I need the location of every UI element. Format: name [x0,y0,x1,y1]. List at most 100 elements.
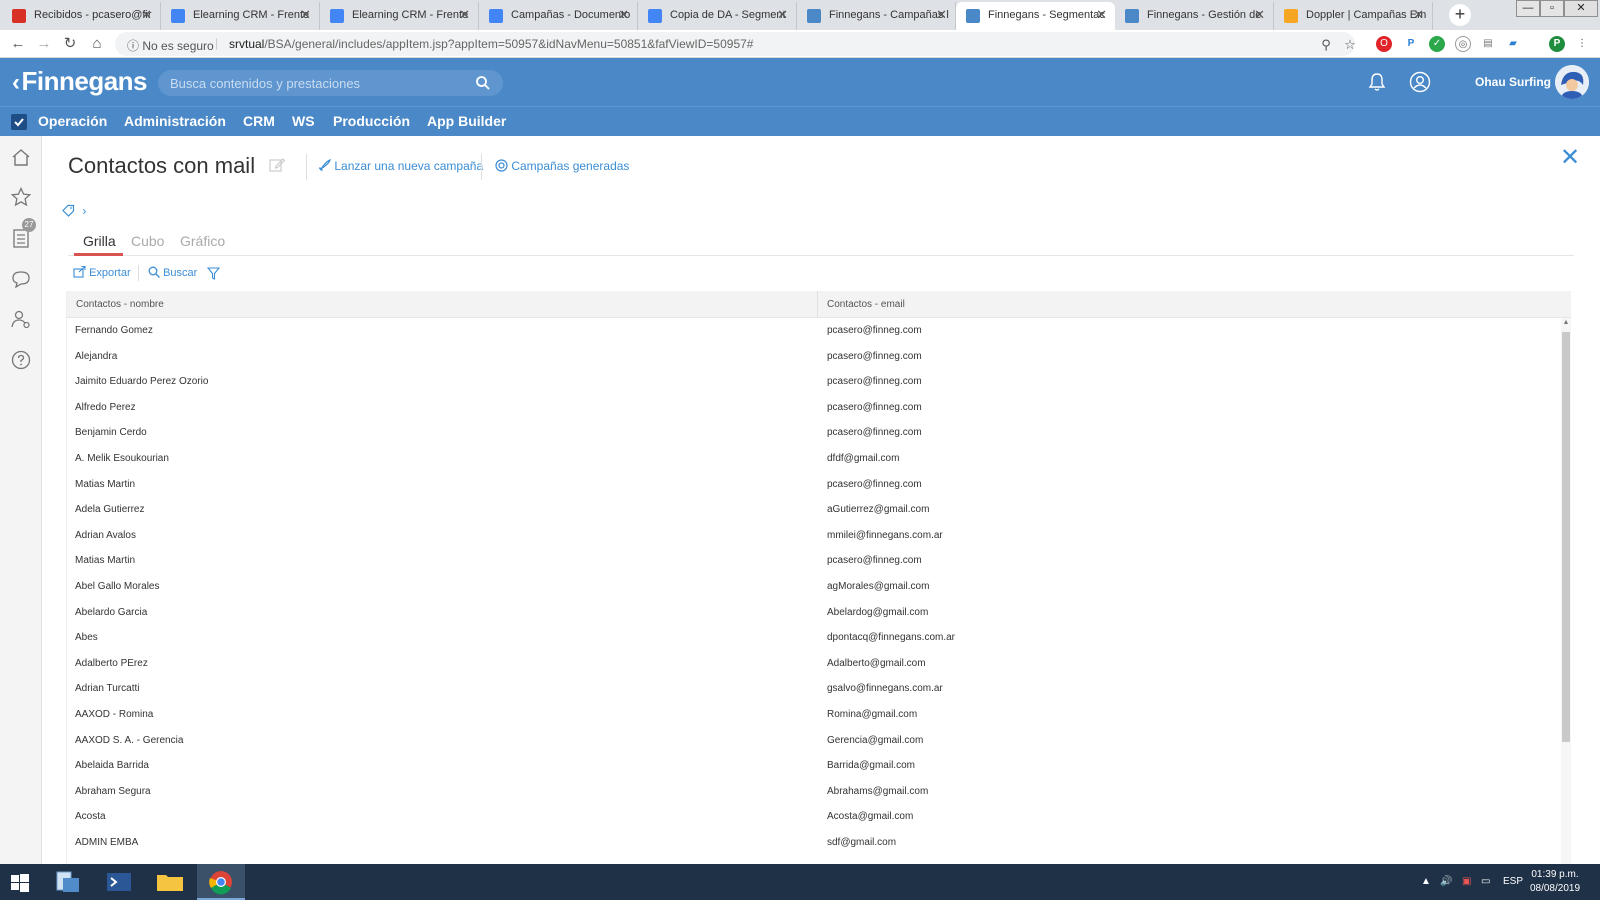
table-row[interactable]: A. Melik Esoukourian dfdf@gmail.com [67,446,1551,472]
tab-cubo[interactable]: Cubo [131,233,164,249]
scroll-thumb[interactable] [1562,332,1570,742]
table-row[interactable]: ADMIN EMBA sdf@gmail.com [67,830,1551,856]
menu-crm[interactable]: CRM [243,113,275,129]
bell-icon[interactable] [1366,71,1388,93]
taskbar-explorer-app[interactable] [44,864,92,900]
tab-close-icon[interactable]: ✕ [618,2,629,28]
table-row[interactable]: Adrian Turcatti gsalvo@finnegans.com.ar [67,676,1551,702]
maximize-button[interactable]: ▫ [1540,0,1564,17]
table-row[interactable]: AAXOD - Romina Romina@gmail.com [67,702,1551,728]
check-ext-icon[interactable]: ✓ [1429,36,1445,52]
filter-icon[interactable] [207,267,220,280]
tab-close-icon[interactable]: ✕ [459,2,470,28]
table-row[interactable]: Abraham Segura Abrahams@gmail.com [67,779,1551,805]
help-icon[interactable] [10,349,32,371]
windows-start-icon[interactable] [10,873,30,893]
table-row[interactable]: AAXOD S. A. - Gerencia Gerencia@gmail.com [67,728,1551,754]
export-button[interactable]: Exportar [73,265,131,279]
column-header-name[interactable]: Contactos - nombre [76,299,164,310]
generated-campaigns-link[interactable]: Campañas generadas [495,159,629,173]
minimize-button[interactable]: — [1516,0,1540,17]
scroll-up-icon[interactable]: ▲ [1561,319,1571,329]
ext-icon-4[interactable]: ◎ [1455,36,1471,52]
notification-icon[interactable]: ▭ [1481,876,1490,887]
forward-icon[interactable]: → [34,34,54,54]
tab-close-icon[interactable]: ✕ [141,2,152,28]
table-row[interactable]: Benjamin Cerdo pcasero@finneg.com [67,420,1551,446]
new-tab-button[interactable]: + [1449,4,1471,26]
menu-ws[interactable]: WS [292,113,315,129]
table-row[interactable]: Adrian Avalos mmilei@finnegans.com.ar [67,523,1551,549]
tab-close-icon[interactable]: ✕ [1096,2,1107,28]
tab-close-icon[interactable]: ✕ [936,2,947,28]
column-divider[interactable] [817,291,818,318]
table-row[interactable]: Abes dpontacq@finnegans.com.ar [67,625,1551,651]
tab-close-icon[interactable]: ✕ [300,2,311,28]
table-row[interactable]: Adalberto PErez Adalberto@gmail.com [67,651,1551,677]
browser-tab[interactable]: Elearning CRM - Frente ✕ [161,2,320,30]
tab-grafico[interactable]: Gráfico [180,233,225,249]
launch-campaign-link[interactable]: Lanzar una nueva campaña [318,159,483,173]
profile-avatar-icon[interactable]: P [1549,36,1565,52]
taskbar-clock[interactable]: 01:39 p.m. 08/08/2019 [1520,868,1590,896]
tab-close-icon[interactable]: ✕ [1413,2,1424,28]
column-header-email[interactable]: Contactos - email [827,299,905,310]
star-icon[interactable] [10,186,32,208]
table-row[interactable]: Fernando Gomez pcasero@finneg.com [67,318,1551,344]
taskbar-chrome-app[interactable] [197,864,245,900]
ext-icon-5[interactable]: ▤ [1480,36,1496,52]
tab-grilla[interactable]: Grilla [83,233,116,249]
menu-administracion[interactable]: Administración [124,113,226,129]
network-icon[interactable]: ▣ [1462,876,1471,887]
table-row[interactable]: Abelaida Barrida Barrida@gmail.com [67,753,1551,779]
browser-tab[interactable]: Recibidos - pcasero@fir ✕ [2,2,161,30]
browser-tab[interactable]: Finnegans - Campañas l ✕ [797,2,956,30]
grid-scrollbar[interactable]: ▲ [1561,318,1571,864]
app-search-input[interactable] [158,70,468,96]
taskbar-powershell-app[interactable] [95,864,143,900]
table-row[interactable]: Jaimito Eduardo Perez Ozorio pcasero@finn… [67,369,1551,395]
address-bar[interactable]: ⓘ No es seguro | srvtual/BSA/general/inc… [115,32,1356,56]
taskbar-folder-app[interactable] [146,864,194,900]
browser-tab[interactable]: Finnegans - Gestión de ✕ [1115,2,1274,30]
chrome-menu-icon[interactable]: ⋮ [1574,36,1590,52]
close-window-button[interactable]: ✕ [1564,0,1598,17]
menu-operacion[interactable]: Operación [38,113,107,129]
volume-icon[interactable]: 🔊 [1440,876,1452,887]
tag-icon[interactable] [62,204,75,217]
table-row[interactable]: Alejandra pcasero@finneg.com [67,344,1551,370]
browser-tab[interactable]: Finnegans - Segmentac ✕ [956,2,1115,30]
home-icon[interactable]: ⌂ [87,34,107,54]
finnegans-logo[interactable]: ‹Finnegans [12,66,148,97]
opera-ext-icon[interactable]: O [1376,36,1392,52]
user-avatar[interactable] [1555,65,1589,99]
reload-icon[interactable]: ↻ [60,34,80,54]
tray-expand-icon[interactable]: ▲ [1421,876,1431,887]
browser-tab[interactable]: Doppler | Campañas Em ✕ [1274,2,1433,30]
user-name[interactable]: Ohau Surfing [1475,75,1551,89]
p-ext-icon[interactable]: P [1403,36,1419,52]
chat-icon[interactable] [10,268,32,290]
browser-tab[interactable]: Campañas - Documento ✕ [479,2,638,30]
zoom-icon[interactable]: ⚲ [1317,36,1335,54]
close-view-icon[interactable]: ✕ [1560,146,1580,170]
table-row[interactable]: Abelardo Garcia Abelardog@gmail.com [67,600,1551,626]
table-row[interactable]: Acosta Acosta@gmail.com [67,804,1551,830]
table-row[interactable]: Matias Martin pcasero@finneg.com [67,472,1551,498]
home-icon[interactable] [10,146,32,168]
table-row[interactable]: Adela Gutierrez aGutierrez@gmail.com [67,497,1551,523]
user-profile-icon[interactable] [1409,71,1431,93]
back-icon[interactable]: ← [8,34,28,54]
tab-close-icon[interactable]: ✕ [1254,2,1265,28]
table-row[interactable]: Abel Gallo Morales agMorales@gmail.com [67,574,1551,600]
bookmark-star-icon[interactable]: ☆ [1341,36,1359,54]
browser-tab[interactable]: Elearning CRM - Frente ✕ [320,2,479,30]
menu-app-builder[interactable]: App Builder [427,113,506,129]
user-settings-icon[interactable] [10,308,32,330]
table-row[interactable]: Alfredo Perez pcasero@finneg.com [67,395,1551,421]
menu-produccion[interactable]: Producción [333,113,410,129]
edit-title-icon[interactable] [268,156,286,174]
table-row[interactable]: Matias Martin pcasero@finneg.com [67,548,1551,574]
menu-home-icon[interactable] [11,114,27,130]
security-indicator[interactable]: ⓘ No es seguro [127,37,214,54]
